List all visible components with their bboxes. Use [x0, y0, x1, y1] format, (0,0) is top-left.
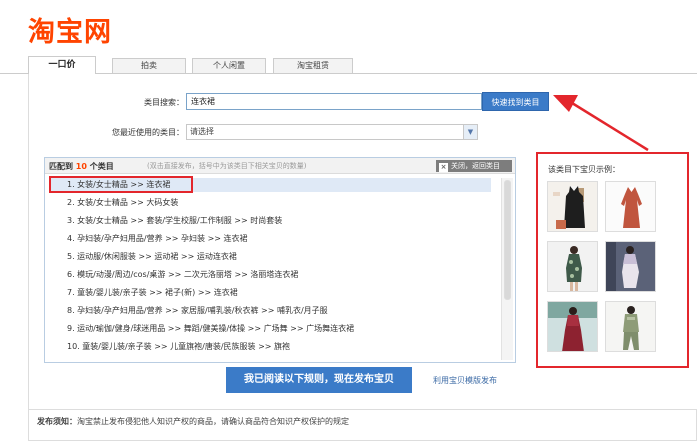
tab-fixed-price[interactable]: 一口价 [28, 56, 96, 74]
annotation-arrow [553, 95, 649, 152]
annotation-arrow-line [571, 101, 649, 152]
